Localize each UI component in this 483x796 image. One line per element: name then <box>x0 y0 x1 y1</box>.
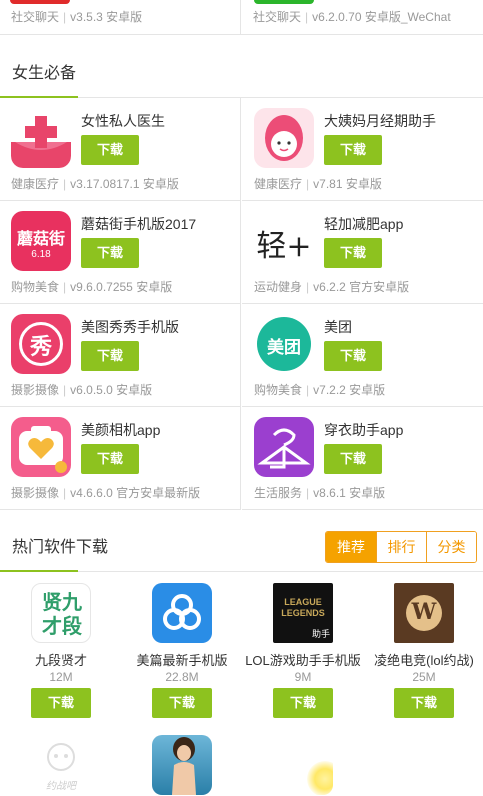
download-button[interactable]: 下载 <box>273 688 333 718</box>
download-button[interactable]: 下载 <box>394 688 454 718</box>
download-button[interactable]: 下载 <box>324 238 382 268</box>
section-title: 热门软件下载 <box>12 539 109 556</box>
app-size: 22.8M <box>165 670 199 684</box>
app-name[interactable]: LOL游戏助手手机版 <box>242 650 364 669</box>
mogujie-icon[interactable]: 蘑菇街 6.18 <box>11 211 71 271</box>
app-name[interactable]: 轻加减肥app <box>324 214 403 234</box>
yellow-blur-icon[interactable] <box>273 735 333 795</box>
app-name[interactable]: 大姨妈月经期助手 <box>324 111 436 131</box>
app-card[interactable]: 大姨妈月经期助手 下载 健康医疗 | v7.81 安卓版 <box>242 98 483 201</box>
app-name[interactable]: 美图秀秀手机版 <box>81 317 179 337</box>
download-button[interactable]: 下载 <box>81 135 139 165</box>
app-card[interactable]: 美团 美团 下载 购物美食 | v7.2.2 安卓版 <box>242 304 483 407</box>
app-size: 12M <box>49 670 73 684</box>
app-card[interactable]: 轻+ 轻加减肥app 下载 运动健身 | v6.2.2 官方安卓版 <box>242 201 483 304</box>
app-card[interactable]: 女性私人医生 下载 健康医疗 | v3.17.0817.1 安卓版 <box>0 98 241 201</box>
download-button[interactable]: 下载 <box>81 341 139 371</box>
app-card[interactable]: 社交聊天 | v3.5.3 安卓版 <box>0 0 241 35</box>
app-meta: 购物美食 | v9.6.0.7255 安卓版 <box>11 280 173 294</box>
download-button[interactable]: 下载 <box>81 444 139 474</box>
tab-category[interactable]: 分类 <box>426 532 476 562</box>
section-title: 女生必备 <box>12 65 77 82</box>
tab-recommend[interactable]: 推荐 <box>326 532 376 562</box>
meipian-icon[interactable] <box>152 583 212 643</box>
app-name[interactable]: 女性私人医生 <box>81 111 165 131</box>
hot-tabs: 推荐 排行 分类 <box>325 531 477 563</box>
app-card[interactable]: 社交聊天 | v6.2.0.70 安卓版_WeChat <box>242 0 483 35</box>
download-button[interactable]: 下载 <box>152 688 212 718</box>
beauty-camera-icon[interactable] <box>11 417 71 477</box>
section-underline <box>0 570 78 572</box>
app-icon-partial <box>254 0 314 4</box>
meitu-icon[interactable]: 秀 <box>11 314 71 374</box>
app-meta: 健康医疗 | v7.81 安卓版 <box>254 177 382 191</box>
girl-face-icon[interactable] <box>254 108 314 168</box>
download-button[interactable]: 下载 <box>324 135 382 165</box>
meituan-icon[interactable]: 美团 <box>254 314 314 374</box>
app-name[interactable]: 凌绝电竞(lol约战) <box>363 650 483 669</box>
app-meta: 摄影摄像 | v6.0.5.0 安卓版 <box>11 383 153 397</box>
download-button[interactable]: 下载 <box>324 444 382 474</box>
lingjue-icon[interactable]: W <box>394 583 454 643</box>
download-button[interactable]: 下载 <box>81 238 139 268</box>
app-card[interactable]: 穿衣助手app 下载 生活服务 | v8.6.1 安卓版 <box>242 407 483 510</box>
app-name[interactable]: 蘑菇街手机版2017 <box>81 214 196 234</box>
app-name[interactable]: 美团 <box>324 317 352 337</box>
app-meta: 健康医疗 | v3.17.0817.1 安卓版 <box>11 177 179 191</box>
app-icon-partial <box>10 0 70 4</box>
hanger-icon[interactable] <box>254 417 314 477</box>
app-meta: 社交聊天 | v3.5.3 安卓版 <box>11 10 143 24</box>
app-size: 9M <box>294 670 312 684</box>
app-name[interactable]: 穿衣助手app <box>324 420 403 440</box>
download-button[interactable]: 下载 <box>324 341 382 371</box>
yuezhan-icon[interactable]: 约战吧 <box>31 735 91 795</box>
app-meta: 摄影摄像 | v4.6.6.0 官方安卓最新版 <box>11 486 201 500</box>
app-meta: 生活服务 | v8.6.1 安卓版 <box>254 486 386 500</box>
previous-app-row: 社交聊天 | v3.5.3 安卓版 社交聊天 | v6.2.0.70 安卓版_WeCha… <box>0 0 483 35</box>
app-meta: 社交聊天 | v6.2.0.70 安卓版_WeChat <box>253 10 451 24</box>
lol-icon[interactable]: LEAGUE LEGENDS 助手 <box>273 583 333 643</box>
app-card[interactable]: 蘑菇街 6.18 蘑菇街手机版2017 下载 购物美食 | v9.6.0.7255 … <box>0 201 241 304</box>
app-meta: 运动健身 | v6.2.2 官方安卓版 <box>254 280 410 294</box>
jiuduan-icon[interactable]: 贤九才段 <box>31 583 91 643</box>
app-size: 25M <box>412 670 436 684</box>
app-card[interactable]: 美颜相机app 下载 摄影摄像 | v4.6.6.0 官方安卓最新版 <box>0 407 241 510</box>
download-button[interactable]: 下载 <box>31 688 91 718</box>
app-card[interactable]: 秀 美图秀秀手机版 下载 摄影摄像 | v6.0.5.0 安卓版 <box>0 304 241 407</box>
app-name[interactable]: 九段贤才 <box>0 650 122 669</box>
medical-cross-icon[interactable] <box>11 108 71 168</box>
app-meta: 购物美食 | v7.2.2 安卓版 <box>254 383 386 397</box>
app-name[interactable]: 美篇最新手机版 <box>121 650 243 669</box>
qingjia-icon[interactable]: 轻+ <box>254 211 314 271</box>
photo-girl-icon[interactable] <box>152 735 212 795</box>
app-name[interactable]: 美颜相机app <box>81 420 160 440</box>
section-header-female: 女生必备 <box>0 62 483 98</box>
tab-ranking[interactable]: 排行 <box>376 532 426 562</box>
